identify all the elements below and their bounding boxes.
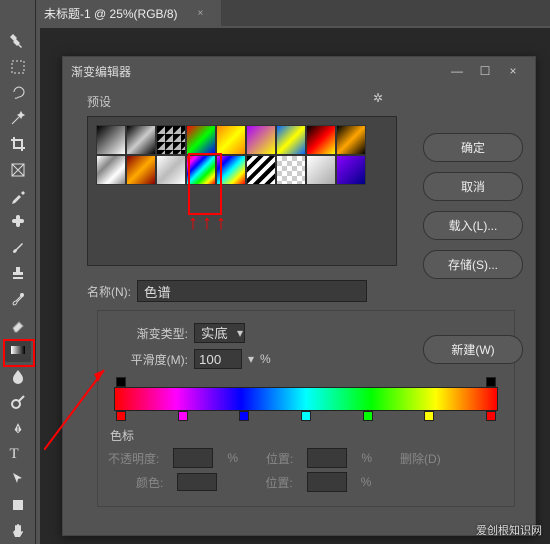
ok-button[interactable]: 确定 <box>423 133 523 162</box>
percent-label: % <box>260 352 271 366</box>
stops-section-label: 色标 <box>110 427 504 444</box>
tools-panel: T <box>0 0 36 544</box>
opacity-input <box>173 448 213 468</box>
color-stop[interactable] <box>116 411 126 421</box>
preset-swatch[interactable] <box>216 155 246 185</box>
opacity-stop[interactable] <box>486 377 496 387</box>
annotation-arrow: ↑ <box>188 212 198 235</box>
color-position-input <box>307 472 347 492</box>
color-label: 颜色: <box>136 474 163 491</box>
annotation-arrow: ↑ <box>202 212 212 235</box>
preset-swatch[interactable] <box>126 125 156 155</box>
dodge-tool[interactable] <box>5 390 31 414</box>
wand-tool[interactable] <box>5 106 31 130</box>
opacity-label: 不透明度: <box>108 450 159 467</box>
percent-label: % <box>227 451 238 465</box>
move-tool[interactable] <box>5 29 31 53</box>
eyedropper-tool[interactable] <box>5 184 31 208</box>
gradient-tool[interactable] <box>5 339 31 363</box>
history-brush-tool[interactable] <box>5 287 31 311</box>
pen-tool[interactable] <box>5 416 31 440</box>
opacity-stop[interactable] <box>116 377 126 387</box>
close-button[interactable]: × <box>499 61 527 81</box>
preset-swatch[interactable] <box>306 155 336 185</box>
gradient-name-input[interactable] <box>137 280 367 302</box>
preset-swatch[interactable] <box>246 125 276 155</box>
path-select-tool[interactable] <box>5 468 31 492</box>
position-input <box>307 448 347 468</box>
preset-swatch[interactable] <box>336 125 366 155</box>
preset-swatch[interactable] <box>186 125 216 155</box>
preset-swatch[interactable] <box>126 155 156 185</box>
color-stop[interactable] <box>239 411 249 421</box>
color-stop[interactable] <box>486 411 496 421</box>
preset-swatch[interactable] <box>246 155 276 185</box>
preset-swatch[interactable] <box>156 125 186 155</box>
presets-label: 预设 <box>87 95 111 109</box>
preset-swatch[interactable] <box>96 125 126 155</box>
smoothness-input[interactable] <box>194 349 242 369</box>
hand-tool[interactable] <box>5 519 31 543</box>
preset-swatch[interactable] <box>156 155 186 185</box>
document-tab[interactable]: 未标题-1 @ 25%(RGB/8) × <box>30 0 221 26</box>
type-tool[interactable]: T <box>5 442 31 466</box>
color-stop[interactable] <box>301 411 311 421</box>
gradient-type-label: 渐变类型: <box>108 325 188 342</box>
stamp-tool[interactable] <box>5 261 31 285</box>
blur-tool[interactable] <box>5 364 31 388</box>
gradient-preview-bar[interactable] <box>114 387 498 411</box>
brush-tool[interactable] <box>5 235 31 259</box>
eraser-tool[interactable] <box>5 313 31 337</box>
marquee-tool[interactable] <box>5 55 31 79</box>
preset-swatch-spectrum[interactable] <box>186 155 216 185</box>
load-button[interactable]: 载入(L)... <box>423 211 523 240</box>
preset-swatch[interactable] <box>276 125 306 155</box>
maximize-button[interactable]: ☐ <box>471 61 499 81</box>
lasso-tool[interactable] <box>5 81 31 105</box>
dropdown-icon: ▾ <box>237 326 243 340</box>
color-well <box>177 473 217 491</box>
crop-tool[interactable] <box>5 132 31 156</box>
color-stop[interactable] <box>363 411 373 421</box>
color-stop[interactable] <box>424 411 434 421</box>
presets-panel: ↑ ↑ ↑ <box>87 116 397 266</box>
document-title: 未标题-1 @ 25%(RGB/8) <box>44 5 178 22</box>
position-label: 位置: <box>265 474 292 491</box>
close-tab-icon[interactable]: × <box>198 8 204 19</box>
dialog-title: 渐变编辑器 <box>71 63 131 80</box>
watermark: 爱创根知识网 <box>476 522 542 538</box>
position-label: 位置: <box>266 450 293 467</box>
annotation-arrow: ↑ <box>216 212 226 235</box>
save-button[interactable]: 存储(S)... <box>423 250 523 279</box>
frame-tool[interactable] <box>5 158 31 182</box>
preset-swatch[interactable] <box>96 155 126 185</box>
preset-swatch[interactable] <box>306 125 336 155</box>
healing-tool[interactable] <box>5 210 31 234</box>
gradient-editor-dialog: 渐变编辑器 — ☐ × 预设 ✲ <box>62 56 536 536</box>
dropdown-icon[interactable]: ▾ <box>248 352 254 366</box>
delete-stop-button: 删除(D) <box>400 450 441 467</box>
preset-swatch[interactable] <box>276 155 306 185</box>
cancel-button[interactable]: 取消 <box>423 172 523 201</box>
smoothness-label: 平滑度(M): <box>108 351 188 368</box>
presets-menu-icon[interactable]: ✲ <box>373 91 523 105</box>
minimize-button[interactable]: — <box>443 61 471 81</box>
preset-swatch[interactable] <box>336 155 366 185</box>
new-button[interactable]: 新建(W) <box>423 335 523 364</box>
percent-label: % <box>361 451 372 465</box>
preset-swatch[interactable] <box>216 125 246 155</box>
shape-tool[interactable] <box>5 493 31 517</box>
percent-label: % <box>361 475 372 489</box>
name-label: 名称(N): <box>87 283 131 300</box>
color-stop[interactable] <box>178 411 188 421</box>
